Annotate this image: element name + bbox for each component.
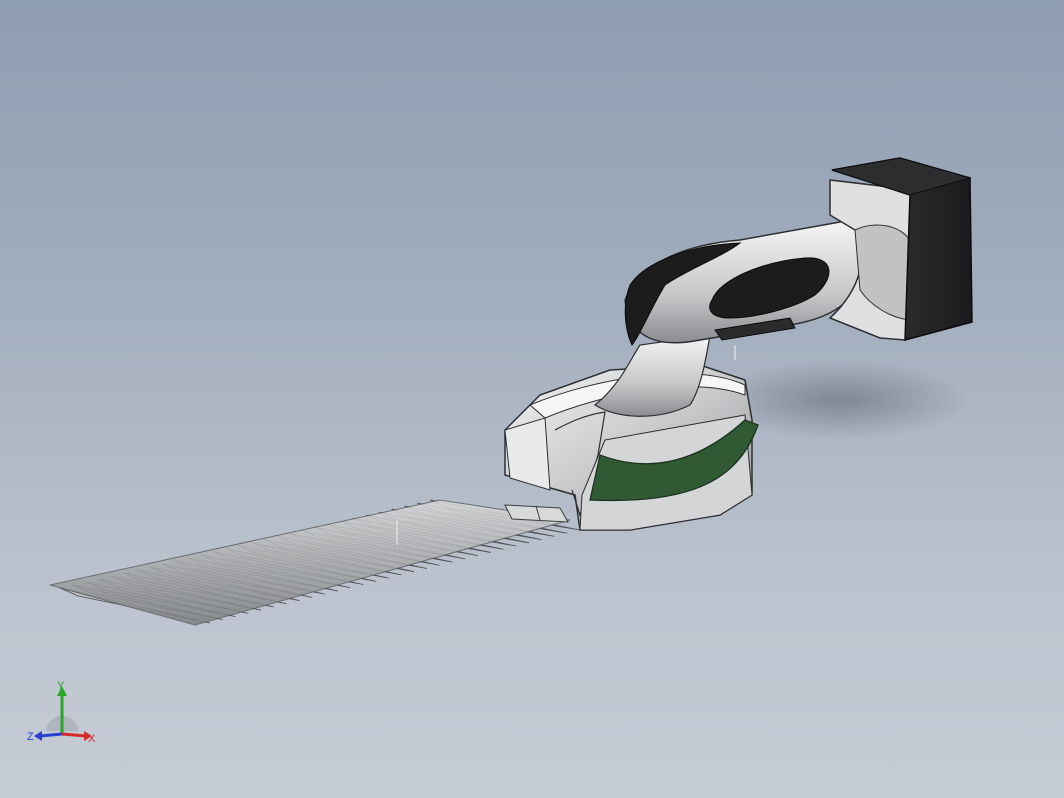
z-axis-line [39, 732, 63, 738]
y-axis-label: Y [57, 680, 65, 692]
blade-bar[interactable] [49, 499, 571, 626]
z-axis-arrow [34, 731, 42, 741]
x-axis-line [61, 732, 87, 738]
view-orientation-triad[interactable]: Y X Z [24, 676, 104, 756]
graphics-viewport[interactable]: Y X Z [0, 0, 1064, 798]
x-axis-label: X [88, 733, 96, 745]
hedge-trimmer-model[interactable] [0, 0, 1064, 798]
housing-front-face [504, 417, 551, 491]
z-axis-label: Z [27, 731, 34, 743]
